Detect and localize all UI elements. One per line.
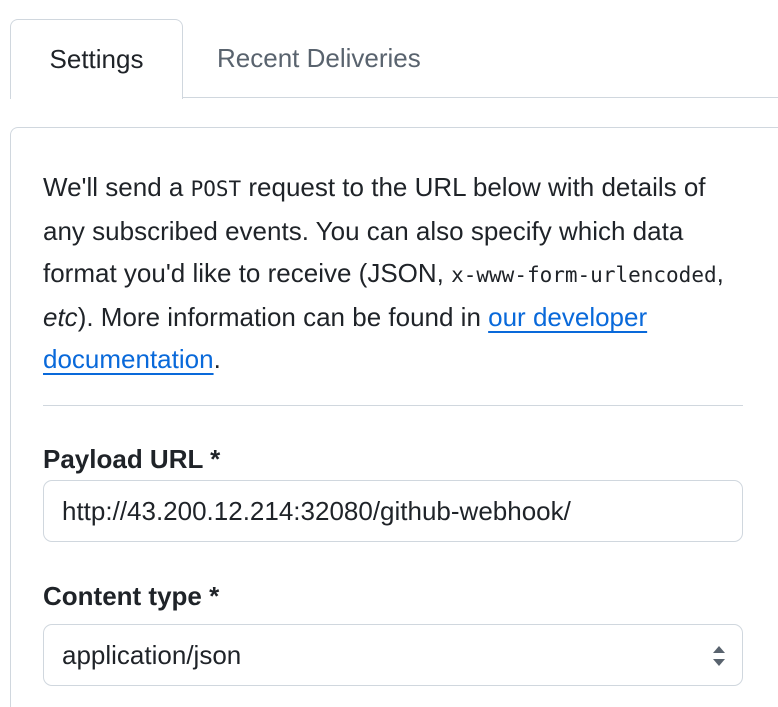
intro-text-part: . bbox=[213, 344, 221, 374]
content-type-selected-value: application/json bbox=[62, 640, 242, 670]
intro-text-part: ). More information can be found in bbox=[77, 302, 489, 332]
intro-text-part: We'll send a bbox=[43, 172, 191, 202]
payload-url-label: Payload URL * bbox=[43, 444, 221, 474]
payload-url-input[interactable]: http://43.200.12.214:32080/github-webhoo… bbox=[43, 480, 743, 542]
content-type-label: Content type * bbox=[43, 581, 220, 611]
intro-emphasis: etc bbox=[43, 302, 78, 332]
intro-text-part: , bbox=[716, 258, 724, 288]
content-type-select[interactable]: application/json bbox=[43, 624, 743, 686]
intro-code-post: POST bbox=[190, 177, 242, 201]
tab-settings[interactable]: Settings bbox=[10, 19, 183, 99]
settings-panel: We'll send a POST request to the URL bel… bbox=[10, 127, 778, 707]
intro-text: We'll send a POST request to the URL bel… bbox=[43, 166, 753, 380]
tab-bar: Settings Recent Deliveries bbox=[0, 0, 778, 99]
section-divider bbox=[43, 405, 743, 406]
select-arrows-icon bbox=[713, 646, 725, 666]
tab-recent-deliveries[interactable]: Recent Deliveries bbox=[217, 19, 421, 98]
intro-code-format: x-www-form-urlencoded bbox=[451, 263, 717, 287]
